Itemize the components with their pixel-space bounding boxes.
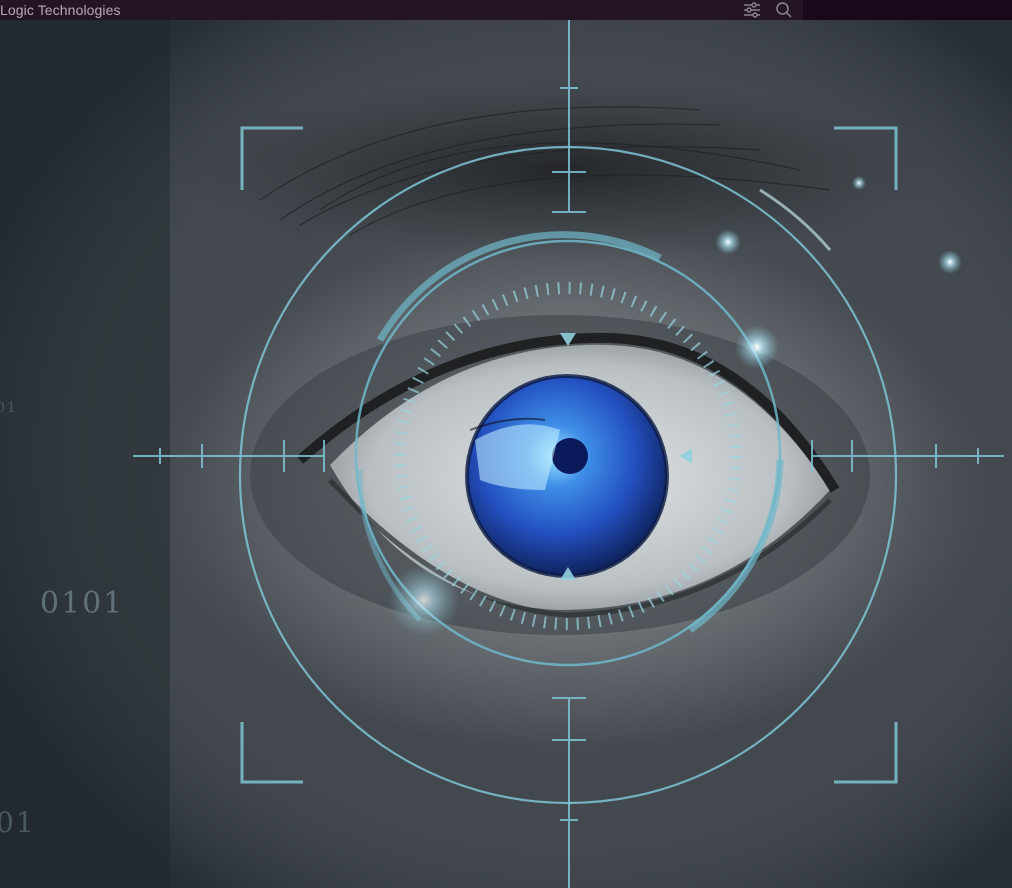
top-navigation-bar: Logic Technologies bbox=[0, 0, 1012, 20]
filter-sliders-icon[interactable] bbox=[742, 0, 762, 20]
eye-scan-graphic bbox=[0, 20, 1012, 888]
binary-overlay-text: 01 bbox=[0, 400, 18, 416]
binary-overlay-text: 0101 bbox=[40, 586, 125, 621]
brand-name[interactable]: Logic Technologies bbox=[0, 2, 121, 18]
header-actions bbox=[742, 0, 794, 20]
binary-overlay-text: 01 bbox=[0, 806, 36, 839]
hero-image-eye-scan: 0101 01 01 bbox=[0, 20, 1012, 888]
search-icon[interactable] bbox=[774, 0, 794, 20]
header-right-panel bbox=[803, 0, 1012, 20]
